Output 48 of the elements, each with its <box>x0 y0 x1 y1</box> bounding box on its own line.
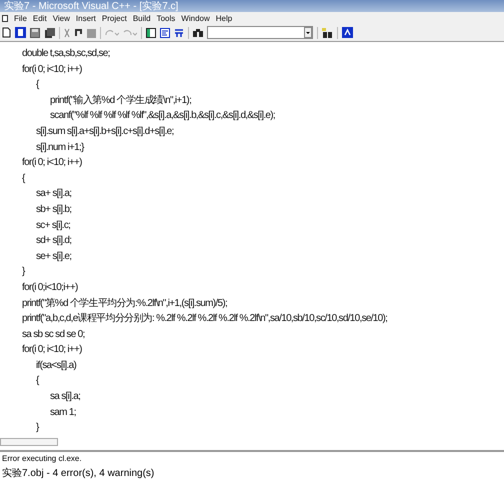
code-line: sam 1; <box>49 406 76 420</box>
menu-item[interactable]: Help <box>216 14 232 22</box>
output-line: 实验7.obj - 4 error(s), 4 warning(s) <box>2 466 154 480</box>
document-icon <box>2 14 8 22</box>
menu-item[interactable]: Build <box>132 14 151 22</box>
code-line: printf("a,b,c,d,e课程平均分分别为: %.2lf %.2lf %.2lf %.2lf %.2lf\n",sa/10,sb/10,sc/10,sd/10,se/10); <box>21 313 388 326</box>
code-line: for(i 0; i<10; i++) <box>21 157 82 170</box>
code-line: se+ s[i].e; <box>35 250 72 264</box>
code-line: } <box>21 266 25 280</box>
output-line: Error executing cl.exe. <box>2 454 82 463</box>
menu-item[interactable]: Tools <box>156 14 176 22</box>
horizontal-scrollbar[interactable] <box>0 438 58 446</box>
window-title: 实验7 - Microsoft Visual C++ - [实验7.c] <box>4 0 178 12</box>
new-file-icon[interactable] <box>2 27 11 38</box>
save-all-icon[interactable] <box>44 28 55 38</box>
code-line: sd+ s[i].d; <box>35 235 72 248</box>
open-icon[interactable] <box>15 27 26 38</box>
help-icon[interactable] <box>342 27 353 38</box>
menu-item[interactable]: Project <box>102 14 127 22</box>
code-line: { <box>35 375 39 388</box>
code-line: scanf("%lf %lf %lf %lf %lf",&s[i].a,&s[i].b,&s[i].c,&s[i].d,&s[i].e); <box>49 110 275 124</box>
find-in-files-icon[interactable] <box>322 28 333 38</box>
menu-item[interactable]: Insert <box>76 14 96 22</box>
code-line: { <box>35 79 39 92</box>
code-line: sc+ s[i].c; <box>35 220 70 233</box>
code-line: s[i].sum s[i].a+s[i].b+s[i].c+s[i].d+s[i].e; <box>35 126 174 139</box>
menu-item[interactable]: File <box>14 14 27 22</box>
code-line: sb+ s[i].b; <box>35 204 72 217</box>
workspace-icon[interactable] <box>146 28 156 38</box>
code-line: sa+ s[i].a; <box>35 188 72 202</box>
code-line: s[i].num i+1;} <box>35 142 84 155</box>
save-icon[interactable] <box>30 28 40 38</box>
code-line: { <box>21 172 25 186</box>
code-line: sa sb sc sd se 0; <box>21 328 85 342</box>
code-line: } <box>35 422 39 436</box>
find-icon[interactable] <box>193 28 203 37</box>
code-line: sa s[i].a; <box>49 391 80 404</box>
code-line: for(i 0; i<10; i++) <box>21 344 82 358</box>
menu-item[interactable]: Edit <box>32 14 47 22</box>
menu-item[interactable]: Window <box>181 14 210 22</box>
output-window-icon[interactable] <box>160 28 170 38</box>
code-line: printf("第%d 个学生平均分为:%.2lf\n",i+1,(s[i].sum)/5); <box>21 298 228 310</box>
code-line: for(i 0;i<10;i++) <box>21 282 78 295</box>
code-line: double t,sa,sb,sc,sd,se; <box>21 48 110 61</box>
code-line: if(sa<s[i].a) <box>35 360 76 373</box>
menu-item[interactable]: View <box>52 14 70 22</box>
code-line: for(i 0; i<10; i++) <box>21 64 82 77</box>
code-line: printf("输入第%d 个学生成绩\n",i+1); <box>49 94 192 108</box>
